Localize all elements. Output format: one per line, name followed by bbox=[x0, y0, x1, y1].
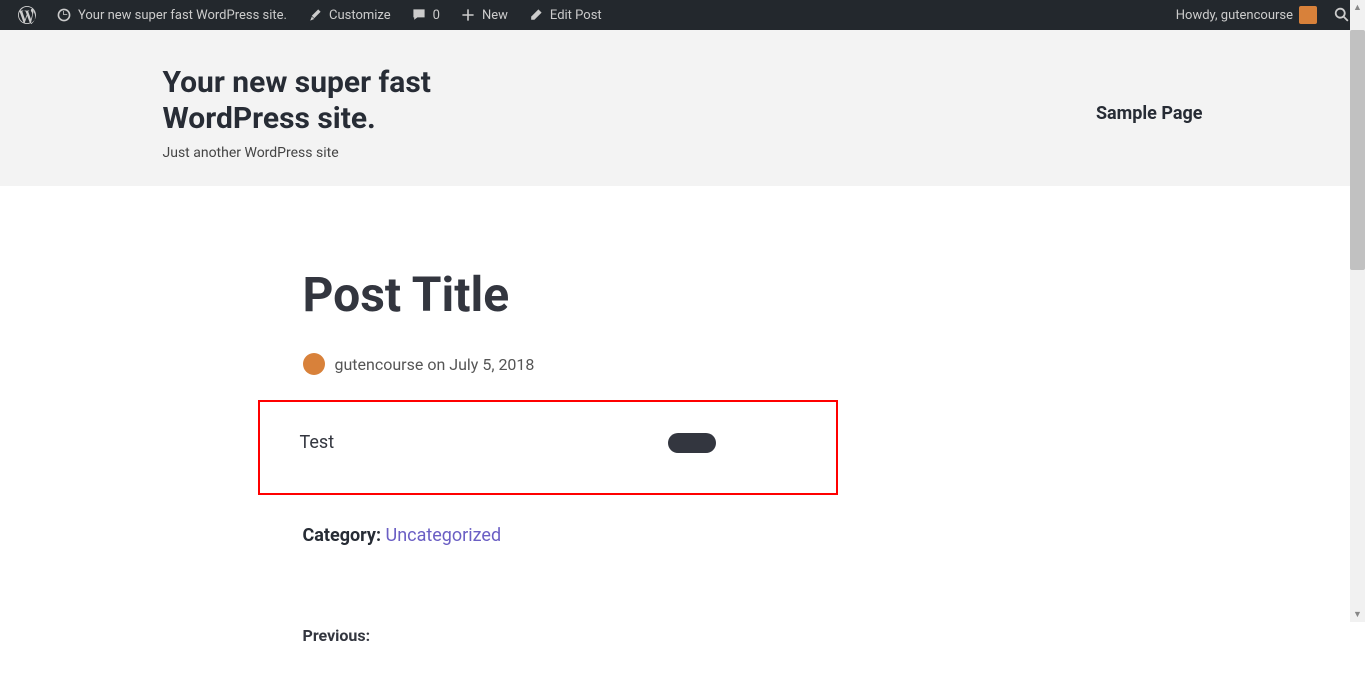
scrollbar-thumb[interactable] bbox=[1350, 30, 1365, 270]
post-title: Post Title bbox=[303, 266, 1103, 323]
site-name-label: Your new super fast WordPress site. bbox=[78, 8, 287, 23]
previous-post-label: Previous: bbox=[303, 626, 1103, 645]
comments-menu[interactable]: 0 bbox=[401, 0, 450, 30]
author-avatar-icon bbox=[303, 353, 325, 375]
post-body-text: Test bbox=[290, 432, 335, 453]
customize-label: Customize bbox=[329, 8, 391, 23]
admin-bar-right: Howdy, gutencourse bbox=[1166, 0, 1357, 30]
new-content-menu[interactable]: New bbox=[450, 0, 518, 30]
content-pill-shape bbox=[668, 433, 716, 453]
post-content: Post Title gutencourse on July 5, 2018 T… bbox=[263, 186, 1103, 685]
site-title[interactable]: Your new super fast WordPress site. bbox=[163, 65, 483, 137]
new-label: New bbox=[482, 8, 508, 23]
account-menu[interactable]: Howdy, gutencourse bbox=[1166, 0, 1327, 30]
nav-sample-page[interactable]: Sample Page bbox=[1096, 103, 1203, 124]
pencil-icon bbox=[528, 7, 544, 23]
site-header: Your new super fast WordPress site. Just… bbox=[0, 30, 1365, 186]
category-line: Category: Uncategorized bbox=[303, 525, 1103, 546]
post-date-link[interactable]: July 5, 2018 bbox=[449, 355, 534, 374]
post-meta-text: gutencourse on July 5, 2018 bbox=[335, 355, 535, 374]
dashboard-icon bbox=[56, 7, 72, 23]
admin-bar-left: Your new super fast WordPress site. Cust… bbox=[8, 0, 612, 30]
comments-count: 0 bbox=[433, 8, 440, 23]
howdy-label: Howdy, gutencourse bbox=[1176, 8, 1293, 23]
brush-icon bbox=[307, 7, 323, 23]
author-link[interactable]: gutencourse bbox=[335, 355, 424, 374]
edit-post-label: Edit Post bbox=[550, 8, 602, 23]
wp-logo-menu[interactable] bbox=[8, 0, 46, 30]
site-tagline: Just another WordPress site bbox=[163, 145, 483, 161]
search-icon bbox=[1333, 6, 1351, 24]
site-name-menu[interactable]: Your new super fast WordPress site. bbox=[46, 0, 297, 30]
wp-admin-bar: Your new super fast WordPress site. Cust… bbox=[0, 0, 1365, 30]
wordpress-logo-icon bbox=[18, 6, 36, 24]
customize-menu[interactable]: Customize bbox=[297, 0, 401, 30]
scroll-up-arrow-icon[interactable]: ▲ bbox=[1350, 0, 1365, 15]
comment-icon bbox=[411, 7, 427, 23]
scroll-down-arrow-icon[interactable]: ▼ bbox=[1350, 607, 1365, 622]
plus-icon bbox=[460, 7, 476, 23]
highlighted-content-box: Test bbox=[258, 400, 838, 495]
category-link[interactable]: Uncategorized bbox=[386, 525, 502, 546]
post-meta: gutencourse on July 5, 2018 bbox=[303, 353, 1103, 375]
category-label: Category: bbox=[303, 525, 382, 546]
site-branding: Your new super fast WordPress site. Just… bbox=[163, 65, 483, 161]
scrollbar-track[interactable]: ▲ ▼ bbox=[1350, 0, 1365, 622]
user-avatar-icon bbox=[1299, 6, 1317, 24]
edit-post-menu[interactable]: Edit Post bbox=[518, 0, 612, 30]
